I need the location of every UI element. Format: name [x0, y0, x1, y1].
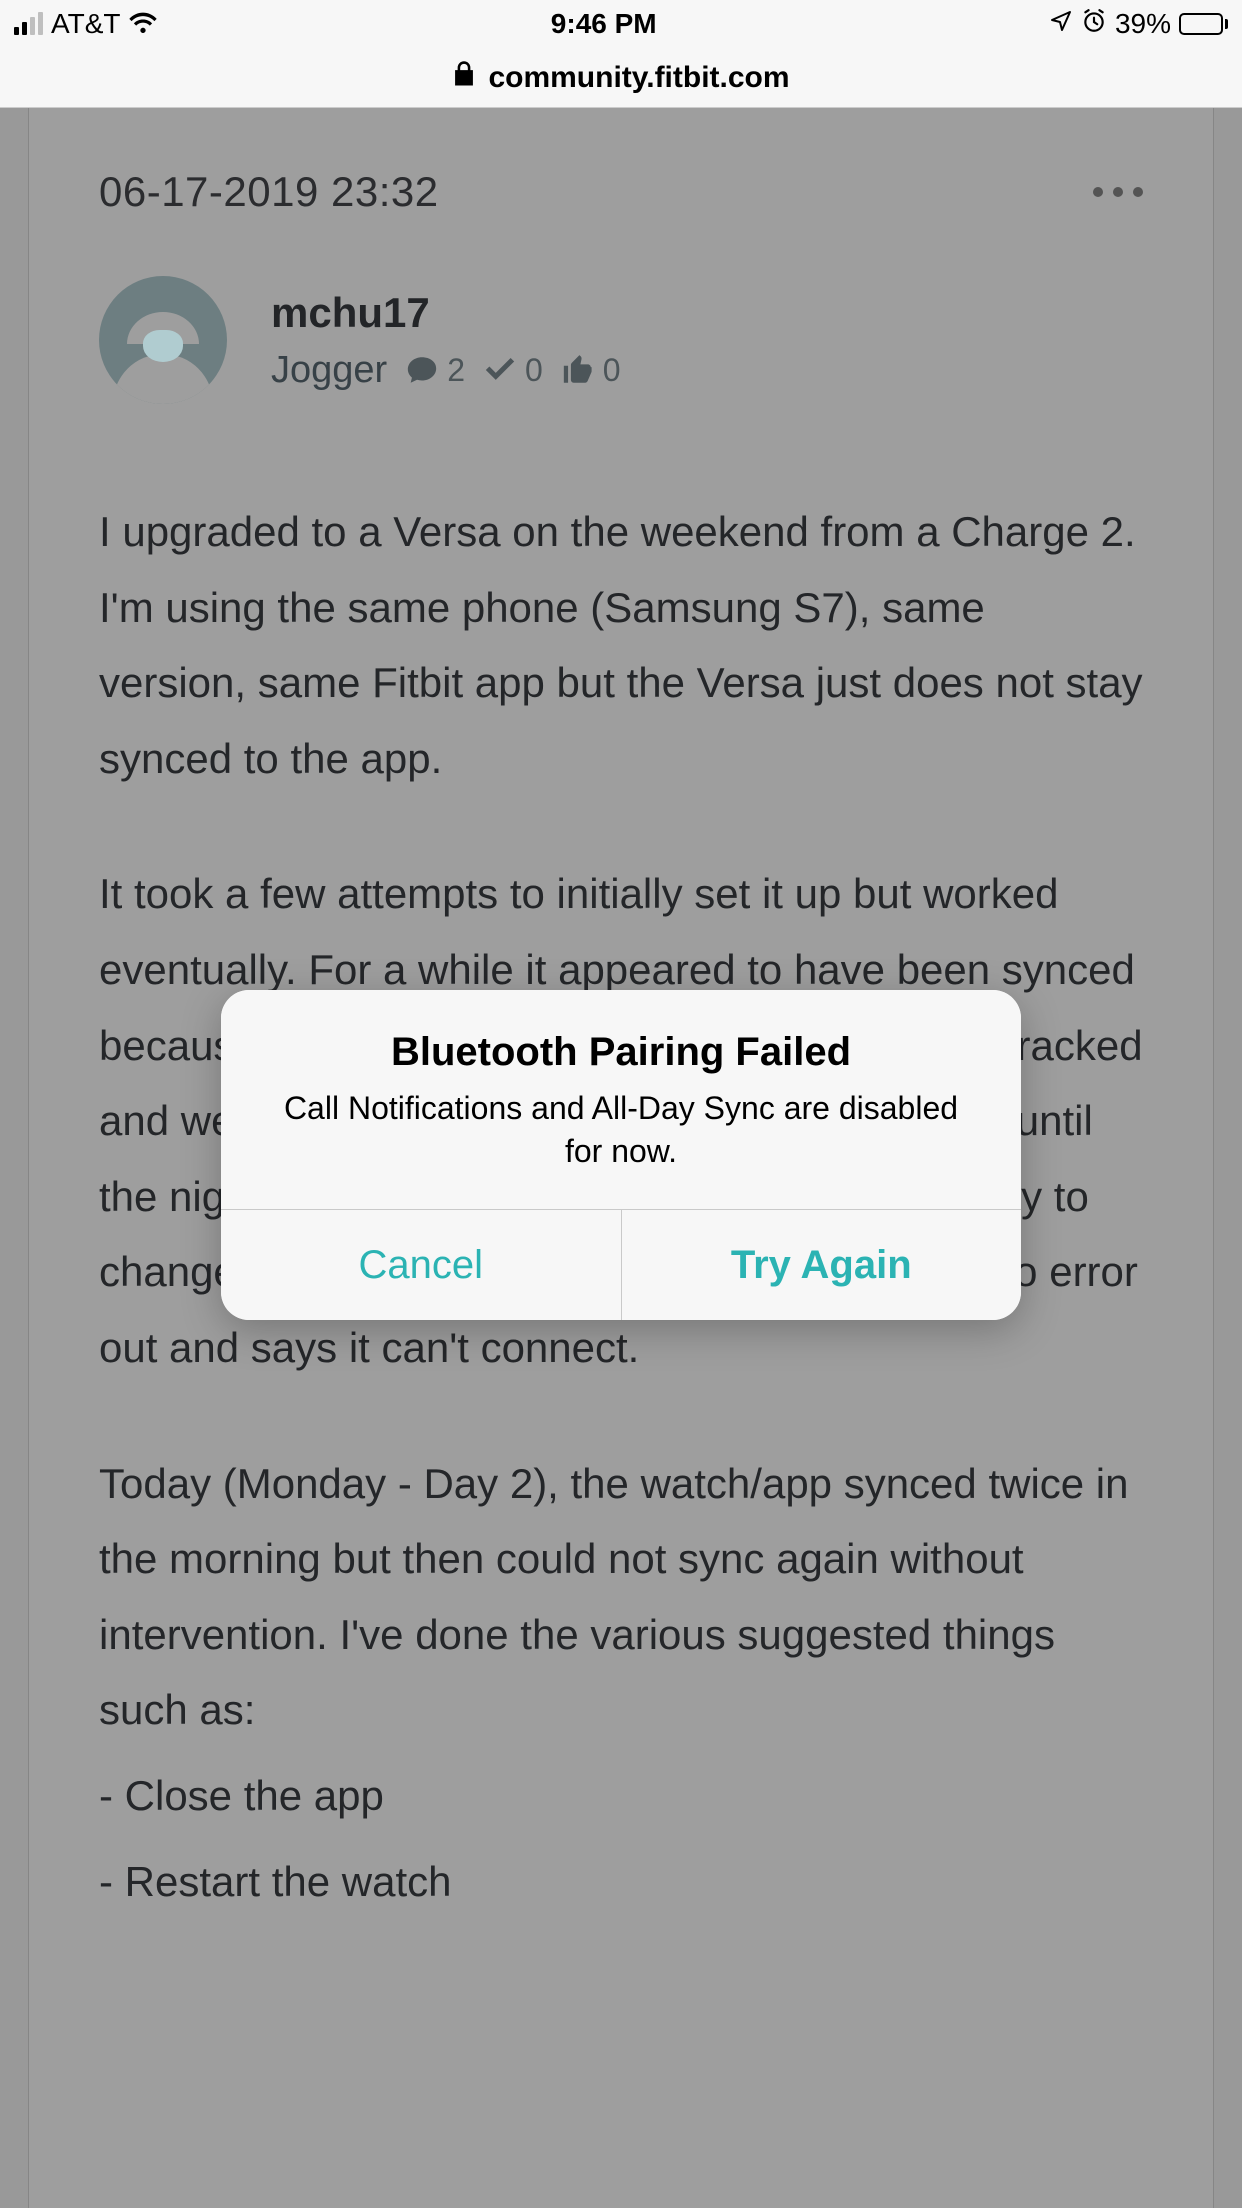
location-icon	[1049, 8, 1073, 40]
status-time: 9:46 PM	[551, 8, 657, 40]
status-left: AT&T	[14, 8, 158, 40]
alert-title: Bluetooth Pairing Failed	[261, 1030, 981, 1075]
alert-dialog: Bluetooth Pairing Failed Call Notificati…	[221, 990, 1021, 1320]
alarm-icon	[1081, 8, 1107, 41]
lock-icon	[452, 60, 476, 96]
alert-message: Call Notifications and All-Day Sync are …	[261, 1087, 981, 1173]
battery-icon	[1179, 13, 1228, 35]
wifi-icon	[128, 8, 158, 40]
carrier-label: AT&T	[51, 8, 120, 40]
browser-url-bar[interactable]: community.fitbit.com	[0, 48, 1242, 108]
url-domain: community.fitbit.com	[488, 61, 789, 95]
battery-pct: 39%	[1115, 8, 1171, 40]
cancel-button[interactable]: Cancel	[221, 1210, 622, 1320]
cellular-signal-icon	[14, 13, 43, 35]
status-right: 39%	[1049, 8, 1228, 41]
try-again-button[interactable]: Try Again	[622, 1210, 1022, 1320]
status-bar: AT&T 9:46 PM 39%	[0, 0, 1242, 48]
